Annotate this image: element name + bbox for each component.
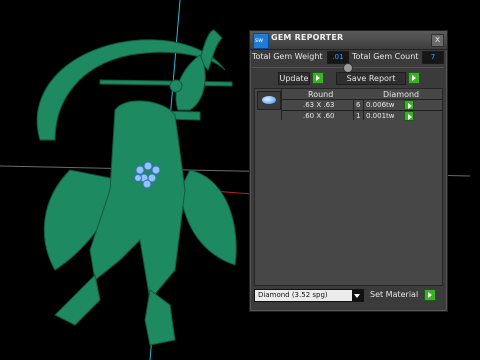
gem-material-header: Diamond <box>383 90 420 99</box>
total-gem-weight-value: .01 <box>327 51 349 64</box>
close-icon[interactable]: x <box>431 34 444 47</box>
gem-shape-header: Round <box>308 90 334 99</box>
set-material-label[interactable]: Set Material <box>370 290 418 299</box>
material-select[interactable]: Diamond (3.52 spg) <box>254 289 364 302</box>
material-select-value: Diamond (3.52 spg) <box>258 291 328 299</box>
play-arrow-icon[interactable] <box>408 72 420 84</box>
panel-titlebar[interactable]: sw GEM REPORTER x <box>250 31 447 50</box>
update-button[interactable]: Update <box>278 72 310 85</box>
total-gem-weight-label: Total Gem Weight <box>252 52 323 61</box>
gem-reporter-panel: sw GEM REPORTER x Total Gem Weight .01 T… <box>249 30 448 312</box>
play-arrow-icon[interactable] <box>424 289 436 301</box>
gem-weight-cell: 0.006tw <box>366 101 395 109</box>
gem-size-cell: .60 X .60 <box>303 112 335 120</box>
app-logo-icon: sw <box>253 33 269 49</box>
panel-title: GEM REPORTER <box>271 33 344 42</box>
total-gem-count-label: Total Gem Count <box>352 52 419 61</box>
chevron-down-icon[interactable] <box>352 290 363 301</box>
gem-icon <box>262 96 276 104</box>
gem-weight-cell: 0.001tw <box>366 112 395 120</box>
archer-pendant-model <box>36 29 237 346</box>
play-arrow-icon[interactable] <box>404 100 414 110</box>
gem-size-cell: .63 X .63 <box>303 101 335 109</box>
save-report-button[interactable]: Save Report <box>336 72 406 85</box>
table-row[interactable]: .60 X .60 1 0.001tw <box>281 111 442 121</box>
3d-viewport[interactable]: sw GEM REPORTER x Total Gem Weight .01 T… <box>0 0 480 360</box>
table-row[interactable]: .63 X .63 6 0.006tw <box>281 100 442 110</box>
gem-list: Round Diamond .63 X .63 6 0.006tw .60 X … <box>254 88 443 286</box>
play-arrow-icon[interactable] <box>404 111 414 121</box>
app-icon-text: sw <box>255 37 264 44</box>
gem-thumbnail[interactable] <box>257 91 281 110</box>
material-bar: Diamond (3.52 spg) Set Material <box>254 288 441 304</box>
gem-count-cell: 6 <box>356 101 361 109</box>
gem-count-cell: 1 <box>356 112 361 120</box>
total-gem-count-value: 7 <box>422 51 444 64</box>
play-arrow-icon[interactable] <box>312 72 324 84</box>
